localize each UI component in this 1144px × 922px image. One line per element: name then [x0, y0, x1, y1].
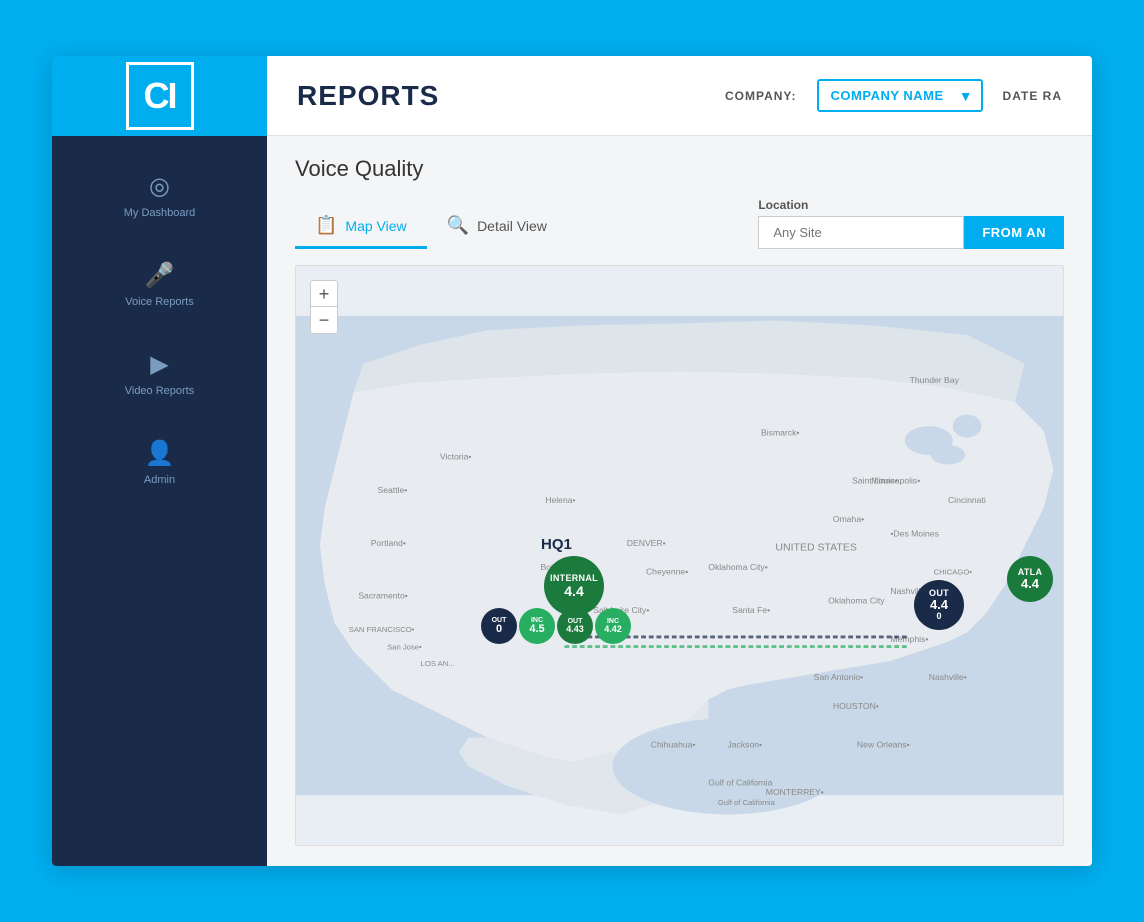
- svg-text:•Des Moines: •Des Moines: [890, 528, 938, 538]
- hq-label: HQ1: [541, 536, 572, 553]
- cluster-node-inc2[interactable]: INC 4.42: [595, 608, 631, 644]
- east-node-circle: OUT 4.4 0: [914, 580, 964, 630]
- svg-text:Omaha•: Omaha•: [833, 514, 864, 524]
- svg-text:HOUSTON•: HOUSTON•: [833, 701, 879, 711]
- tabs: 📋 Map View 🔍 Detail View: [295, 205, 567, 249]
- tab-detail-label: Detail View: [477, 218, 547, 234]
- svg-text:Memphis•: Memphis•: [890, 634, 928, 644]
- main-area: REPORTS COMPANY: COMPANY NAME ▼ DATE RA …: [267, 56, 1092, 866]
- svg-text:Oklahoma City•: Oklahoma City•: [708, 562, 767, 572]
- from-button[interactable]: FROM AN: [964, 216, 1064, 249]
- company-select[interactable]: COMPANY NAME: [817, 79, 983, 112]
- svg-text:Gulf of California: Gulf of California: [718, 798, 776, 807]
- location-label: Location: [758, 198, 1064, 212]
- svg-text:Santa Fe•: Santa Fe•: [732, 605, 770, 615]
- company-select-wrapper: COMPANY NAME ▼: [817, 79, 983, 112]
- internal-node-value: 4.4: [564, 584, 583, 598]
- tab-location-row: 📋 Map View 🔍 Detail View Location FROM A…: [295, 198, 1064, 249]
- detail-icon: 🔍: [447, 215, 469, 236]
- svg-text:Thunder Bay: Thunder Bay: [910, 375, 960, 385]
- sidebar-item-admin[interactable]: 👤 Admin: [52, 423, 267, 502]
- header-title: REPORTS: [297, 80, 705, 112]
- atlanta-node-circle: ATLA 4.4: [1007, 556, 1053, 602]
- svg-text:Jackson•: Jackson•: [727, 739, 762, 749]
- svg-text:DENVER•: DENVER•: [627, 538, 666, 548]
- svg-text:San Jose•: San Jose•: [387, 642, 422, 651]
- sidebar-item-dashboard[interactable]: ◎ My Dashboard: [52, 156, 267, 235]
- tab-detail-view[interactable]: 🔍 Detail View: [427, 205, 567, 249]
- sidebar-item-video[interactable]: ▶ Video Reports: [52, 334, 267, 413]
- sidebar-label-admin: Admin: [144, 474, 175, 486]
- location-row: Location FROM AN: [758, 198, 1064, 249]
- svg-text:SAN FRANCISCO•: SAN FRANCISCO•: [349, 625, 415, 634]
- svg-text:LOS AN...: LOS AN...: [421, 659, 455, 668]
- cluster-node-out1[interactable]: OUT 0: [481, 608, 517, 644]
- cluster-node-out2[interactable]: OUT 4.43: [557, 608, 593, 644]
- app-container: CI ◎ My Dashboard 🎤 Voice Reports ▶ Vide…: [52, 56, 1092, 866]
- internal-node-circle: INTERNAL 4.4: [544, 556, 604, 616]
- svg-text:Nashville•: Nashville•: [929, 672, 967, 682]
- header-bar: REPORTS COMPANY: COMPANY NAME ▼ DATE RA: [267, 56, 1092, 136]
- svg-text:Portland•: Portland•: [371, 538, 406, 548]
- admin-icon: 👤: [145, 439, 175, 468]
- east-node[interactable]: OUT 4.4 0: [914, 580, 964, 630]
- svg-text:Chihuahua•: Chihuahua•: [651, 739, 696, 749]
- svg-text:Bismarck•: Bismarck•: [761, 428, 799, 438]
- dashboard-icon: ◎: [149, 172, 170, 201]
- svg-text:Cincinnati: Cincinnati: [948, 495, 986, 505]
- svg-text:Victoria•: Victoria•: [440, 452, 472, 462]
- zoom-controls: + −: [310, 280, 338, 334]
- cluster-nodes: OUT 0 INC 4.5 OUT 4.43 INC 4.42: [481, 608, 631, 644]
- company-label: COMPANY:: [725, 89, 797, 103]
- svg-text:Helena•: Helena•: [545, 495, 575, 505]
- sidebar-label-video: Video Reports: [125, 385, 195, 397]
- voice-icon: 🎤: [145, 261, 175, 290]
- map-svg: Seattle• Portland• Sacramento• SAN FRANC…: [296, 266, 1063, 845]
- sidebar: CI ◎ My Dashboard 🎤 Voice Reports ▶ Vide…: [52, 56, 267, 866]
- svg-text:Sacramento•: Sacramento•: [358, 591, 407, 601]
- sidebar-nav: ◎ My Dashboard 🎤 Voice Reports ▶ Video R…: [52, 136, 267, 502]
- zoom-out-button[interactable]: −: [311, 307, 337, 333]
- logo-text: CI: [144, 75, 176, 117]
- content-area: Voice Quality 📋 Map View 🔍 Detail View L…: [267, 136, 1092, 866]
- svg-text:UNITED STATES: UNITED STATES: [775, 542, 857, 554]
- zoom-in-button[interactable]: +: [311, 281, 337, 307]
- sidebar-label-dashboard: My Dashboard: [124, 207, 196, 219]
- date-range-label: DATE RA: [1003, 89, 1062, 103]
- page-title: Voice Quality: [295, 156, 1064, 182]
- cluster-node-inc1[interactable]: INC 4.5: [519, 608, 555, 644]
- svg-text:Cheyenne•: Cheyenne•: [646, 567, 688, 577]
- svg-text:San Antonio•: San Antonio•: [814, 672, 863, 682]
- svg-text:New Orleans•: New Orleans•: [857, 739, 910, 749]
- location-input-row: FROM AN: [758, 216, 1064, 249]
- atlanta-node[interactable]: ATLA 4.4: [1007, 556, 1053, 602]
- sidebar-logo: CI: [52, 56, 267, 136]
- logo-box: CI: [126, 62, 194, 130]
- tab-map-label: Map View: [345, 218, 406, 234]
- map-container: Seattle• Portland• Sacramento• SAN FRANC…: [295, 265, 1064, 846]
- video-icon: ▶: [150, 350, 168, 379]
- svg-text:CHICAGO•: CHICAGO•: [934, 568, 973, 577]
- svg-text:Oklahoma City: Oklahoma City: [828, 595, 885, 605]
- sidebar-label-voice: Voice Reports: [125, 296, 193, 308]
- map-icon: 📋: [315, 215, 337, 236]
- internal-node[interactable]: INTERNAL 4.4: [544, 556, 604, 616]
- svg-text:Seattle•: Seattle•: [377, 485, 407, 495]
- location-input[interactable]: [758, 216, 964, 249]
- tab-map-view[interactable]: 📋 Map View: [295, 205, 427, 249]
- svg-text:Saint Louis•: Saint Louis•: [852, 476, 898, 486]
- sidebar-item-voice[interactable]: 🎤 Voice Reports: [52, 245, 267, 324]
- svg-text:MONTERREY•: MONTERREY•: [766, 787, 824, 797]
- svg-text:Gulf of California: Gulf of California: [708, 778, 772, 788]
